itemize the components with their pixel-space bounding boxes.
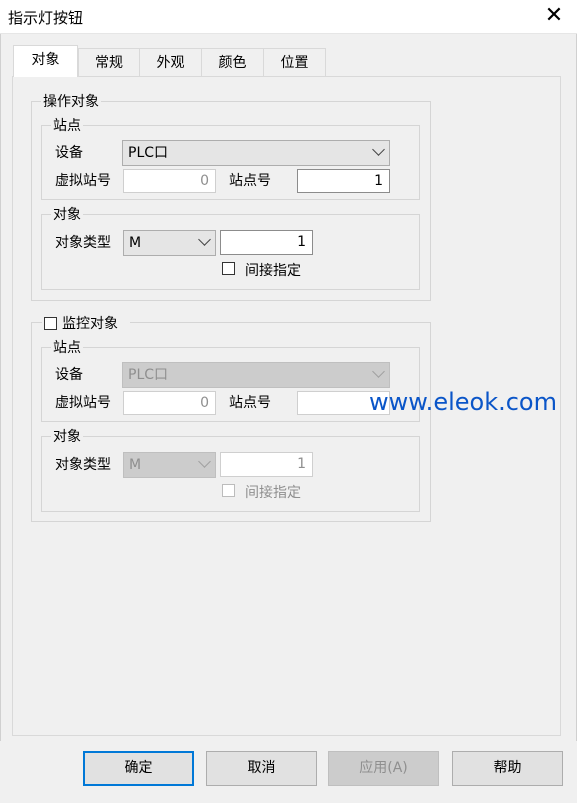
operate-address-input[interactable]: 1 [220,230,313,255]
tab-general[interactable]: 常规 [78,48,140,77]
title-bar [0,0,577,34]
close-icon[interactable]: ✕ [540,2,568,30]
monitor-object-subtitle: 对象 [51,429,83,445]
monitor-object-checkbox[interactable] [44,317,57,330]
tab-appearance[interactable]: 外观 [139,48,202,77]
monitor-address-input[interactable]: 1 [220,452,313,477]
window-title: 指示灯按钮 [8,9,84,27]
operate-indirect-checkbox[interactable] [222,262,235,275]
operate-virtual-station-label: 虚拟站号 [55,173,111,189]
operate-object-subtitle: 对象 [51,207,83,223]
monitor-object-type-value: M [129,457,142,473]
chevron-down-icon [198,233,211,246]
operate-station-title: 站点 [51,118,83,134]
watermark-text: www.eleok.com [369,388,557,416]
monitor-object-type-label: 对象类型 [55,457,111,473]
monitor-object-title: 监控对象 [62,316,118,332]
monitor-station-title: 站点 [51,340,83,356]
tab-position[interactable]: 位置 [263,48,326,77]
chevron-down-icon [372,143,385,156]
ok-button[interactable]: 确定 [83,751,194,786]
cancel-button[interactable]: 取消 [206,751,317,786]
chevron-down-icon [198,455,211,468]
operate-device-select[interactable]: PLC口 [122,140,390,166]
operate-object-title: 操作对象 [41,94,101,110]
operate-station-no-input[interactable]: 1 [297,169,390,193]
tab-object[interactable]: 对象 [13,45,78,77]
operate-station-no-label: 站点号 [229,173,271,189]
monitor-device-value: PLC口 [128,367,169,383]
help-button[interactable]: 帮助 [452,751,563,786]
operate-object-type-value: M [129,235,142,251]
operate-virtual-station-input[interactable]: 0 [123,169,216,193]
monitor-virtual-station-label: 虚拟站号 [55,395,111,411]
operate-indirect-label: 间接指定 [245,263,301,279]
operate-device-label: 设备 [55,145,83,161]
monitor-object-type-select[interactable]: M [123,452,216,478]
chevron-down-icon [372,365,385,378]
operate-object-type-select[interactable]: M [123,230,216,256]
monitor-indirect-checkbox[interactable] [222,484,235,497]
monitor-device-label: 设备 [55,367,83,383]
tab-color[interactable]: 颜色 [201,48,264,77]
monitor-device-select[interactable]: PLC口 [122,362,390,388]
operate-device-value: PLC口 [128,145,169,161]
monitor-indirect-label: 间接指定 [245,485,301,501]
monitor-virtual-station-input[interactable]: 0 [123,391,216,415]
monitor-station-no-label: 站点号 [229,395,271,411]
operate-object-type-label: 对象类型 [55,235,111,251]
apply-button[interactable]: 应用(A) [328,751,439,786]
